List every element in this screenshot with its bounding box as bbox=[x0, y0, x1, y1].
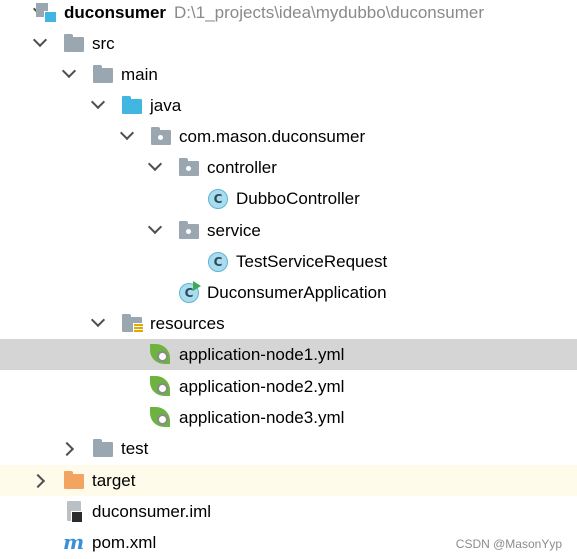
spring-config-icon bbox=[150, 407, 172, 429]
collapse-arrow-icon[interactable] bbox=[147, 219, 163, 235]
tree-item-label: com.mason.duconsumer bbox=[179, 127, 366, 146]
tree-item-label: pom.xml bbox=[92, 533, 157, 552]
tree-row-application-node3[interactable]: application-node3.yml bbox=[0, 402, 577, 433]
tree-item-label: DuconsumerApplication bbox=[207, 283, 387, 302]
module-path: D:\1_projects\idea\mydubbo\duconsumer bbox=[174, 3, 484, 22]
tree-item-label: DubboController bbox=[236, 189, 360, 208]
spring-config-icon bbox=[150, 376, 172, 398]
tree-row-controller[interactable]: controller bbox=[0, 152, 577, 183]
tree-item-label: controller bbox=[207, 158, 277, 177]
source-folder-icon bbox=[122, 96, 142, 114]
tree-row-root[interactable]: duconsumer D:\1_projects\idea\mydubbo\duc… bbox=[0, 0, 577, 28]
tree-row-application-node1[interactable]: application-node1.yml bbox=[0, 339, 577, 370]
tree-item-label: duconsumer D:\1_projects\idea\mydubbo\duc… bbox=[64, 3, 484, 23]
tree-row-resources[interactable]: resources bbox=[0, 308, 577, 339]
resources-folder-icon bbox=[122, 314, 144, 334]
tree-item-label: application-node1.yml bbox=[179, 345, 345, 364]
folder-icon bbox=[93, 65, 113, 83]
tree-row-iml[interactable]: duconsumer.iml bbox=[0, 496, 577, 527]
tree-item-label: java bbox=[150, 96, 182, 115]
excluded-folder-icon bbox=[64, 471, 84, 489]
collapse-arrow-icon[interactable] bbox=[61, 63, 77, 79]
iml-file-icon bbox=[65, 501, 83, 523]
tree-row-dubbo-controller[interactable]: C DubboController bbox=[0, 183, 577, 214]
tree-item-label: service bbox=[207, 221, 261, 240]
package-icon bbox=[179, 158, 199, 176]
folder-icon bbox=[93, 439, 113, 457]
tree-item-label: application-node2.yml bbox=[179, 377, 345, 396]
tree-row-duconsumer-application[interactable]: C DuconsumerApplication bbox=[0, 277, 577, 308]
tree-row-service[interactable]: service bbox=[0, 215, 577, 246]
run-badge-icon bbox=[193, 281, 201, 291]
tree-item-label: resources bbox=[150, 314, 225, 333]
tree-item-label: TestServiceRequest bbox=[236, 252, 388, 271]
tree-row-package[interactable]: com.mason.duconsumer bbox=[0, 121, 577, 152]
spring-config-icon bbox=[150, 344, 172, 366]
collapse-arrow-icon[interactable] bbox=[90, 94, 106, 110]
expand-arrow-icon[interactable] bbox=[59, 441, 75, 457]
tree-row-src[interactable]: src bbox=[0, 28, 577, 59]
tree-row-test-service-request[interactable]: C TestServiceRequest bbox=[0, 246, 577, 277]
tree-item-label: main bbox=[121, 65, 158, 84]
tree-item-label: target bbox=[92, 471, 136, 490]
tree-row-java[interactable]: java bbox=[0, 90, 577, 121]
expand-arrow-icon[interactable] bbox=[30, 473, 46, 489]
tree-item-label: test bbox=[121, 439, 149, 458]
module-name: duconsumer bbox=[64, 3, 167, 22]
runnable-class-icon: C bbox=[179, 281, 201, 303]
collapse-arrow-icon[interactable] bbox=[119, 125, 135, 141]
package-icon bbox=[151, 127, 171, 145]
tree-row-target[interactable]: target bbox=[0, 465, 577, 496]
module-icon bbox=[36, 3, 57, 23]
tree-item-label: application-node3.yml bbox=[179, 408, 345, 427]
watermark: CSDN @MasonYyp bbox=[455, 537, 562, 551]
tree-item-label: duconsumer.iml bbox=[92, 502, 212, 521]
collapse-arrow-icon[interactable] bbox=[32, 32, 48, 48]
class-icon: C bbox=[208, 252, 228, 272]
maven-icon: m bbox=[63, 530, 85, 554]
package-icon bbox=[179, 221, 199, 239]
tree-row-application-node2[interactable]: application-node2.yml bbox=[0, 371, 577, 402]
class-icon: C bbox=[208, 189, 228, 209]
tree-row-test[interactable]: test bbox=[0, 433, 577, 464]
collapse-arrow-icon[interactable] bbox=[90, 312, 106, 328]
folder-icon bbox=[64, 34, 84, 52]
collapse-arrow-icon[interactable] bbox=[147, 156, 163, 172]
tree-row-main[interactable]: main bbox=[0, 59, 577, 90]
tree-item-label: src bbox=[92, 34, 115, 53]
